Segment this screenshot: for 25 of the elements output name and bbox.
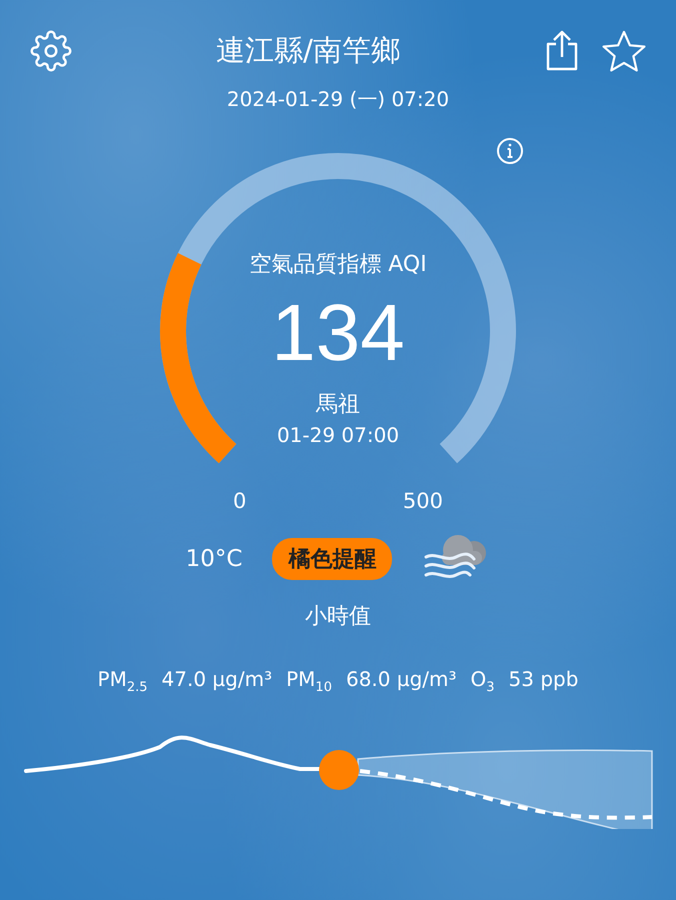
scale-max: 500 <box>402 489 443 513</box>
update-datetime: 2024-01-29 (一) 07:20 <box>226 86 450 113</box>
pollutant-label: PM$_{2.5}$ <box>98 667 148 695</box>
info-button[interactable] <box>496 137 524 165</box>
share-button[interactable] <box>544 30 580 72</box>
pollutant-value: 53 ppb <box>508 667 578 691</box>
star-icon <box>602 30 646 72</box>
alert-badge: 橘色提醒 <box>272 538 392 580</box>
aqi-label: 空氣品質指標 AQI <box>249 251 427 279</box>
temperature: 10°C <box>186 546 242 572</box>
reading-time: 01-29 07:00 <box>276 423 400 447</box>
station-name: 馬祖 <box>316 391 360 419</box>
pollutant-label: PM$_{10}$ <box>286 667 332 695</box>
favorite-button[interactable] <box>602 30 646 72</box>
share-icon <box>544 30 580 72</box>
pollutant-value: 47.0 µg/m³ <box>162 667 272 691</box>
location-title: 連江縣/南竿鄉 <box>216 32 400 69</box>
pollutant-label: O$_{3}$ <box>470 667 495 695</box>
pollutant-value: 68.0 µg/m³ <box>346 667 457 691</box>
scale-min: 0 <box>233 489 246 513</box>
aqi-value: 134 <box>271 293 405 373</box>
period-label: 小時值 <box>305 603 371 631</box>
settings-icon <box>30 30 72 72</box>
settings-button[interactable] <box>30 30 72 72</box>
info-icon <box>496 137 524 165</box>
